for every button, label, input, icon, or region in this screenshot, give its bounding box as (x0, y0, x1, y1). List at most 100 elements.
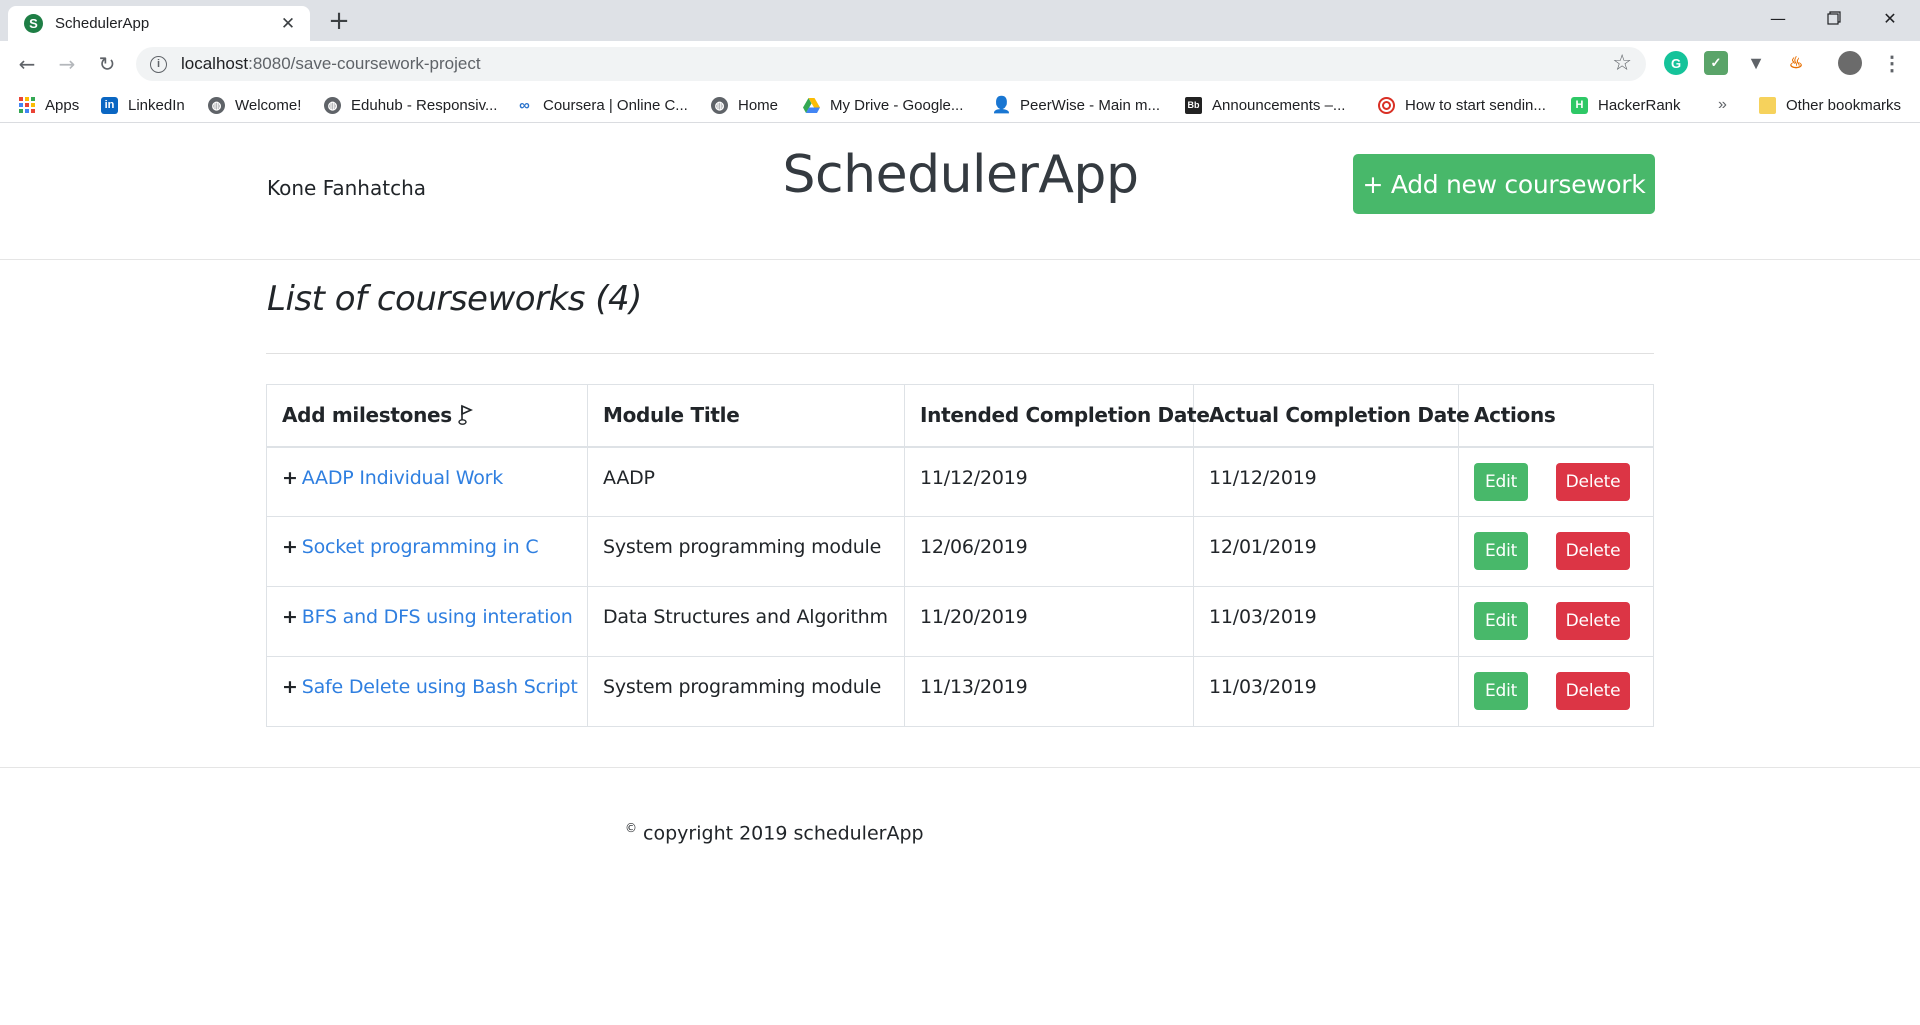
edit-button[interactable]: Edit (1474, 672, 1528, 710)
actions-cell: Edit Delete (1458, 516, 1654, 587)
coursework-link[interactable]: BFS and DFS using interation (302, 606, 573, 628)
reload-icon[interactable]: ↻ (92, 49, 122, 79)
vue-extension-icon[interactable]: ▼ (1744, 51, 1768, 75)
table-header-row: Add milestones Module Title Intended Com… (266, 384, 1654, 448)
coursework-table: Add milestones Module Title Intended Com… (266, 384, 1654, 727)
add-coursework-button[interactable]: + Add new coursework (1353, 154, 1655, 214)
address-bar[interactable]: i localhost:8080/save-coursework-project… (136, 47, 1646, 81)
bookmark-how-to-start[interactable]: How to start sendin... (1378, 94, 1546, 116)
bookmark-label: Eduhub - Responsiv... (351, 96, 498, 114)
heading-divider (266, 353, 1654, 354)
bookmark-coursera[interactable]: ∞ Coursera | Online C... (516, 94, 688, 116)
add-milestone-plus[interactable]: + (282, 676, 298, 698)
copyright-text: copyright 2019 schedulerApp (637, 822, 924, 845)
blackboard-icon: Bb (1185, 96, 1202, 114)
edit-button[interactable]: Edit (1474, 462, 1528, 501)
actions-cell: Edit Delete (1458, 586, 1654, 657)
forward-arrow-icon[interactable]: → (52, 49, 82, 79)
actions-cell: Edit Delete (1458, 656, 1654, 727)
bookmark-home[interactable]: ◍ Home (711, 94, 778, 116)
target-icon (1378, 96, 1395, 114)
coursework-link[interactable]: Safe Delete using Bash Script (302, 676, 578, 698)
profile-avatar-icon[interactable] (1838, 51, 1862, 75)
table-row: + AADP Individual Work AADP 11/12/2019 11… (266, 446, 1654, 517)
browser-tab[interactable]: S SchedulerApp ✕ (8, 6, 310, 41)
column-header-intended-date: Intended Completion Date (904, 384, 1210, 448)
restore-icon[interactable] (1806, 0, 1862, 36)
bookmark-label: Apps (45, 96, 80, 114)
list-heading: List of courseworks (4) (267, 279, 642, 319)
flag-icon (458, 404, 474, 431)
close-tab-icon[interactable]: ✕ (278, 14, 298, 34)
minimize-icon[interactable]: — (1750, 0, 1806, 36)
coursework-link[interactable]: AADP Individual Work (302, 467, 504, 489)
edit-button[interactable]: Edit (1474, 532, 1528, 570)
edit-button[interactable]: Edit (1474, 602, 1528, 640)
page-content: Kone Fanhatcha SchedulerApp + Add new co… (0, 124, 1920, 1025)
actions-cell: Edit Delete (1458, 446, 1654, 517)
bookmark-eduhub[interactable]: ◍ Eduhub - Responsiv... (324, 94, 497, 116)
browser-toolbar: ← → ↻ i localhost:8080/save-coursework-p… (0, 41, 1920, 87)
mail-extension-icon[interactable]: ✓ (1704, 51, 1728, 75)
coursera-icon: ∞ (519, 96, 530, 114)
delete-button[interactable]: Delete (1556, 602, 1630, 640)
new-tab-icon[interactable]: + (324, 6, 354, 36)
bookmark-peerwise[interactable]: 👤 PeerWise - Main m... (992, 94, 1161, 116)
footer-divider (0, 767, 1920, 768)
bookmark-welcome[interactable]: ◍ Welcome! (208, 94, 301, 116)
globe-icon: ◍ (208, 96, 225, 114)
tab-title: SchedulerApp (55, 15, 150, 32)
bookmark-label: HackerRank (1598, 96, 1681, 114)
hackerrank-icon: H (1571, 96, 1588, 114)
java-extension-icon[interactable]: ♨ (1784, 51, 1808, 75)
column-header-milestones: Add milestones (266, 384, 588, 448)
bookmark-label: My Drive - Google... (830, 96, 964, 114)
coursework-link[interactable]: Socket programming in C (302, 536, 539, 558)
scheduler-favicon-icon: S (24, 14, 43, 33)
site-info-icon[interactable]: i (150, 55, 167, 73)
bookmark-hackerrank[interactable]: H HackerRank (1571, 94, 1681, 116)
bookmark-announcements[interactable]: Bb Announcements –... (1185, 94, 1345, 116)
delete-button[interactable]: Delete (1556, 672, 1630, 710)
add-milestone-plus[interactable]: + (282, 467, 298, 489)
intended-date-cell: 11/12/2019 (904, 446, 1194, 517)
footer-copyright: © copyright 2019 schedulerApp (625, 821, 924, 844)
back-arrow-icon[interactable]: ← (12, 49, 42, 79)
globe-icon: ◍ (711, 96, 728, 114)
google-drive-icon (803, 97, 820, 114)
bookmark-apps[interactable]: Apps (18, 94, 79, 116)
bookmark-other-bookmarks[interactable]: Other bookmarks (1759, 94, 1901, 116)
milestone-cell: + AADP Individual Work (266, 446, 588, 517)
column-header-module: Module Title (587, 384, 905, 448)
header-divider (0, 259, 1920, 260)
bookmark-linkedin[interactable]: in LinkedIn (101, 94, 185, 116)
url-path: :8080/save-coursework-project (248, 54, 481, 73)
bookmark-label: Announcements –... (1212, 96, 1346, 114)
bookmark-google-drive[interactable]: My Drive - Google... (803, 94, 963, 116)
bookmark-star-icon[interactable]: ☆ (1612, 51, 1632, 76)
bookmark-label: Coursera | Online C... (543, 96, 688, 114)
apps-grid-icon (18, 97, 35, 114)
module-cell: System programming module (587, 656, 905, 727)
intended-date-cell: 12/06/2019 (904, 516, 1194, 587)
delete-button[interactable]: Delete (1556, 532, 1630, 570)
close-window-icon[interactable]: ✕ (1862, 0, 1918, 36)
add-milestone-plus[interactable]: + (282, 536, 298, 558)
more-bookmarks-chevron-icon[interactable]: » (1718, 94, 1727, 116)
module-cell: System programming module (587, 516, 905, 587)
menu-kebab-icon[interactable]: ⋮ (1880, 51, 1904, 75)
add-milestone-plus[interactable]: + (282, 606, 298, 628)
intended-date-cell: 11/13/2019 (904, 656, 1194, 727)
actual-date-cell: 11/03/2019 (1193, 656, 1459, 727)
table-row: + Socket programming in C System programm… (266, 516, 1654, 587)
module-cell: AADP (587, 446, 905, 517)
linkedin-icon: in (101, 96, 118, 114)
globe-icon: ◍ (324, 96, 341, 114)
actual-date-cell: 12/01/2019 (1193, 516, 1459, 587)
delete-button[interactable]: Delete (1556, 462, 1630, 501)
grammarly-extension-icon[interactable]: G (1664, 51, 1688, 75)
bookmark-label: LinkedIn (128, 96, 185, 114)
bookmark-label: PeerWise - Main m... (1020, 96, 1161, 114)
bookmark-label: How to start sendin... (1405, 96, 1546, 114)
column-header-actions: Actions (1458, 384, 1654, 448)
